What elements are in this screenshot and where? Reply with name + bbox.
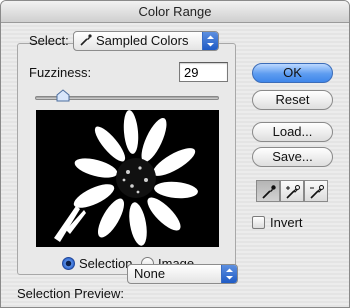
flower-mask-image: [36, 110, 219, 247]
invert-label: Invert: [270, 215, 303, 230]
eyedropper-plus-icon: [286, 185, 300, 199]
window-title: Color Range: [1, 1, 349, 23]
radio-selection[interactable]: Selection: [62, 256, 132, 272]
eyedropper-minus-icon: [310, 185, 324, 199]
fuzziness-input[interactable]: [179, 62, 228, 82]
invert-checkbox[interactable]: [252, 216, 265, 229]
reset-button[interactable]: Reset: [252, 90, 333, 110]
eyedropper-tool[interactable]: [256, 180, 280, 202]
load-button[interactable]: Load...: [252, 122, 333, 142]
fuzziness-label: Fuzziness:: [29, 65, 92, 80]
selection-preview-value: None: [134, 266, 166, 281]
radio-selection-label: Selection: [79, 256, 133, 271]
popup-arrows-icon: [202, 32, 218, 50]
select-popup[interactable]: Sampled Colors: [73, 31, 219, 51]
eyedropper-tools: [256, 180, 328, 202]
radio-selection-button[interactable]: [62, 257, 75, 270]
selection-preview-image: [36, 110, 219, 247]
selection-preview-popup[interactable]: None: [127, 264, 238, 284]
select-value: Sampled Colors: [96, 33, 189, 48]
selection-preview-label: Selection Preview:: [17, 286, 124, 301]
popup-arrows-icon: [221, 265, 237, 283]
invert-checkbox-row[interactable]: Invert: [252, 215, 303, 231]
ok-button[interactable]: OK: [252, 63, 333, 83]
dialog-content: Select: Sampled Colors Fuzziness: Select…: [1, 23, 349, 307]
eyedropper-plus-tool[interactable]: [280, 180, 304, 202]
eyedropper-icon: [80, 34, 92, 46]
eyedropper-minus-tool[interactable]: [304, 180, 328, 202]
select-label: Select:: [29, 33, 69, 48]
color-range-dialog: Color Range Select: Sampled Colors Fuzzi…: [0, 0, 350, 308]
fuzziness-slider-thumb[interactable]: [56, 89, 70, 103]
save-button[interactable]: Save...: [252, 147, 333, 167]
eyedropper-icon: [262, 185, 276, 199]
